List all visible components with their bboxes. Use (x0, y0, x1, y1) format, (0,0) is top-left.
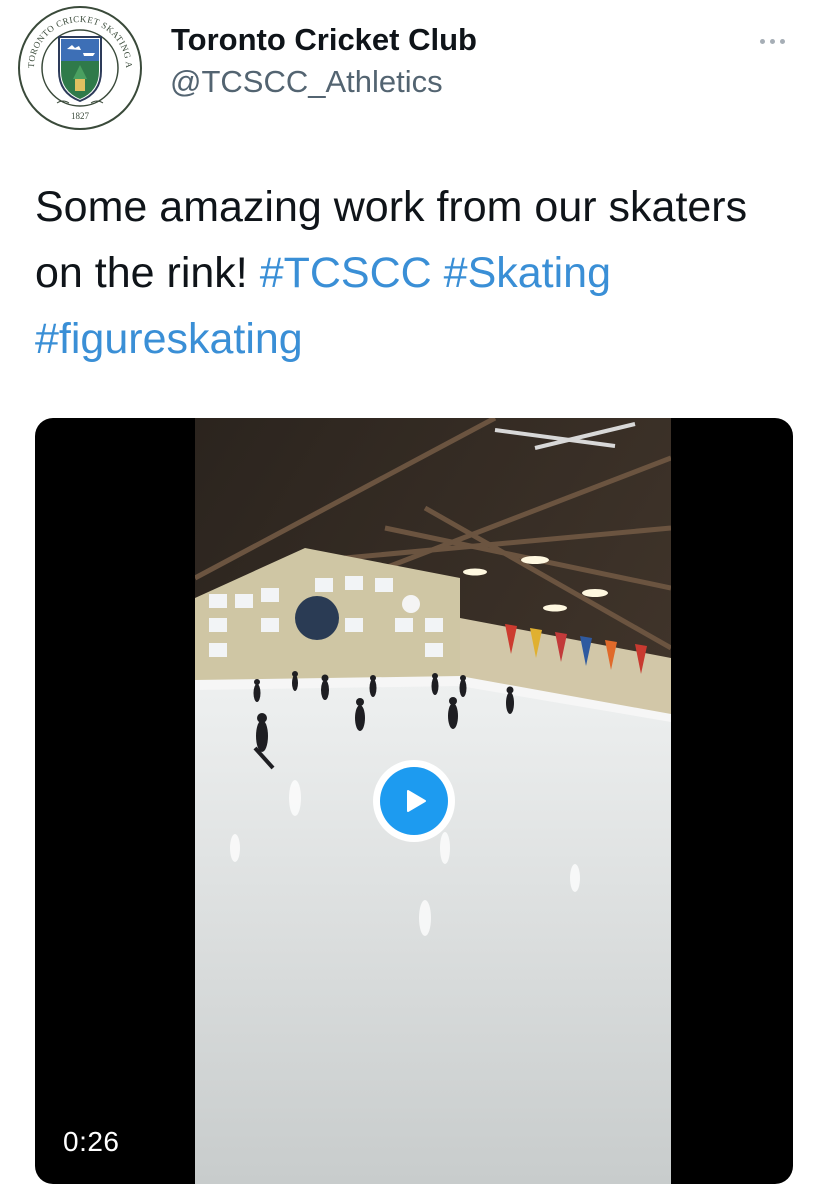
hashtag-link[interactable]: #TCSCC (260, 249, 432, 297)
tweet-text: Some amazing work from our skaters on th… (35, 174, 775, 372)
hashtag-link[interactable]: #figureskating (35, 315, 303, 363)
hashtag-link[interactable]: #Skating (444, 249, 611, 297)
more-options-icon[interactable] (747, 24, 797, 58)
crest-year: 1827 (71, 111, 90, 121)
play-icon (380, 767, 448, 835)
play-button[interactable] (373, 760, 455, 842)
avatar[interactable]: TORONTO CRICKET SKATING AND CURLING CLUB… (17, 5, 143, 131)
club-crest-icon: TORONTO CRICKET SKATING AND CURLING CLUB… (17, 5, 142, 130)
author-handle[interactable]: @TCSCC_Athletics (170, 64, 443, 100)
video-player[interactable]: 0:26 (35, 418, 793, 1184)
video-duration: 0:26 (63, 1126, 120, 1157)
author-display-name[interactable]: Toronto Cricket Club (171, 22, 477, 58)
